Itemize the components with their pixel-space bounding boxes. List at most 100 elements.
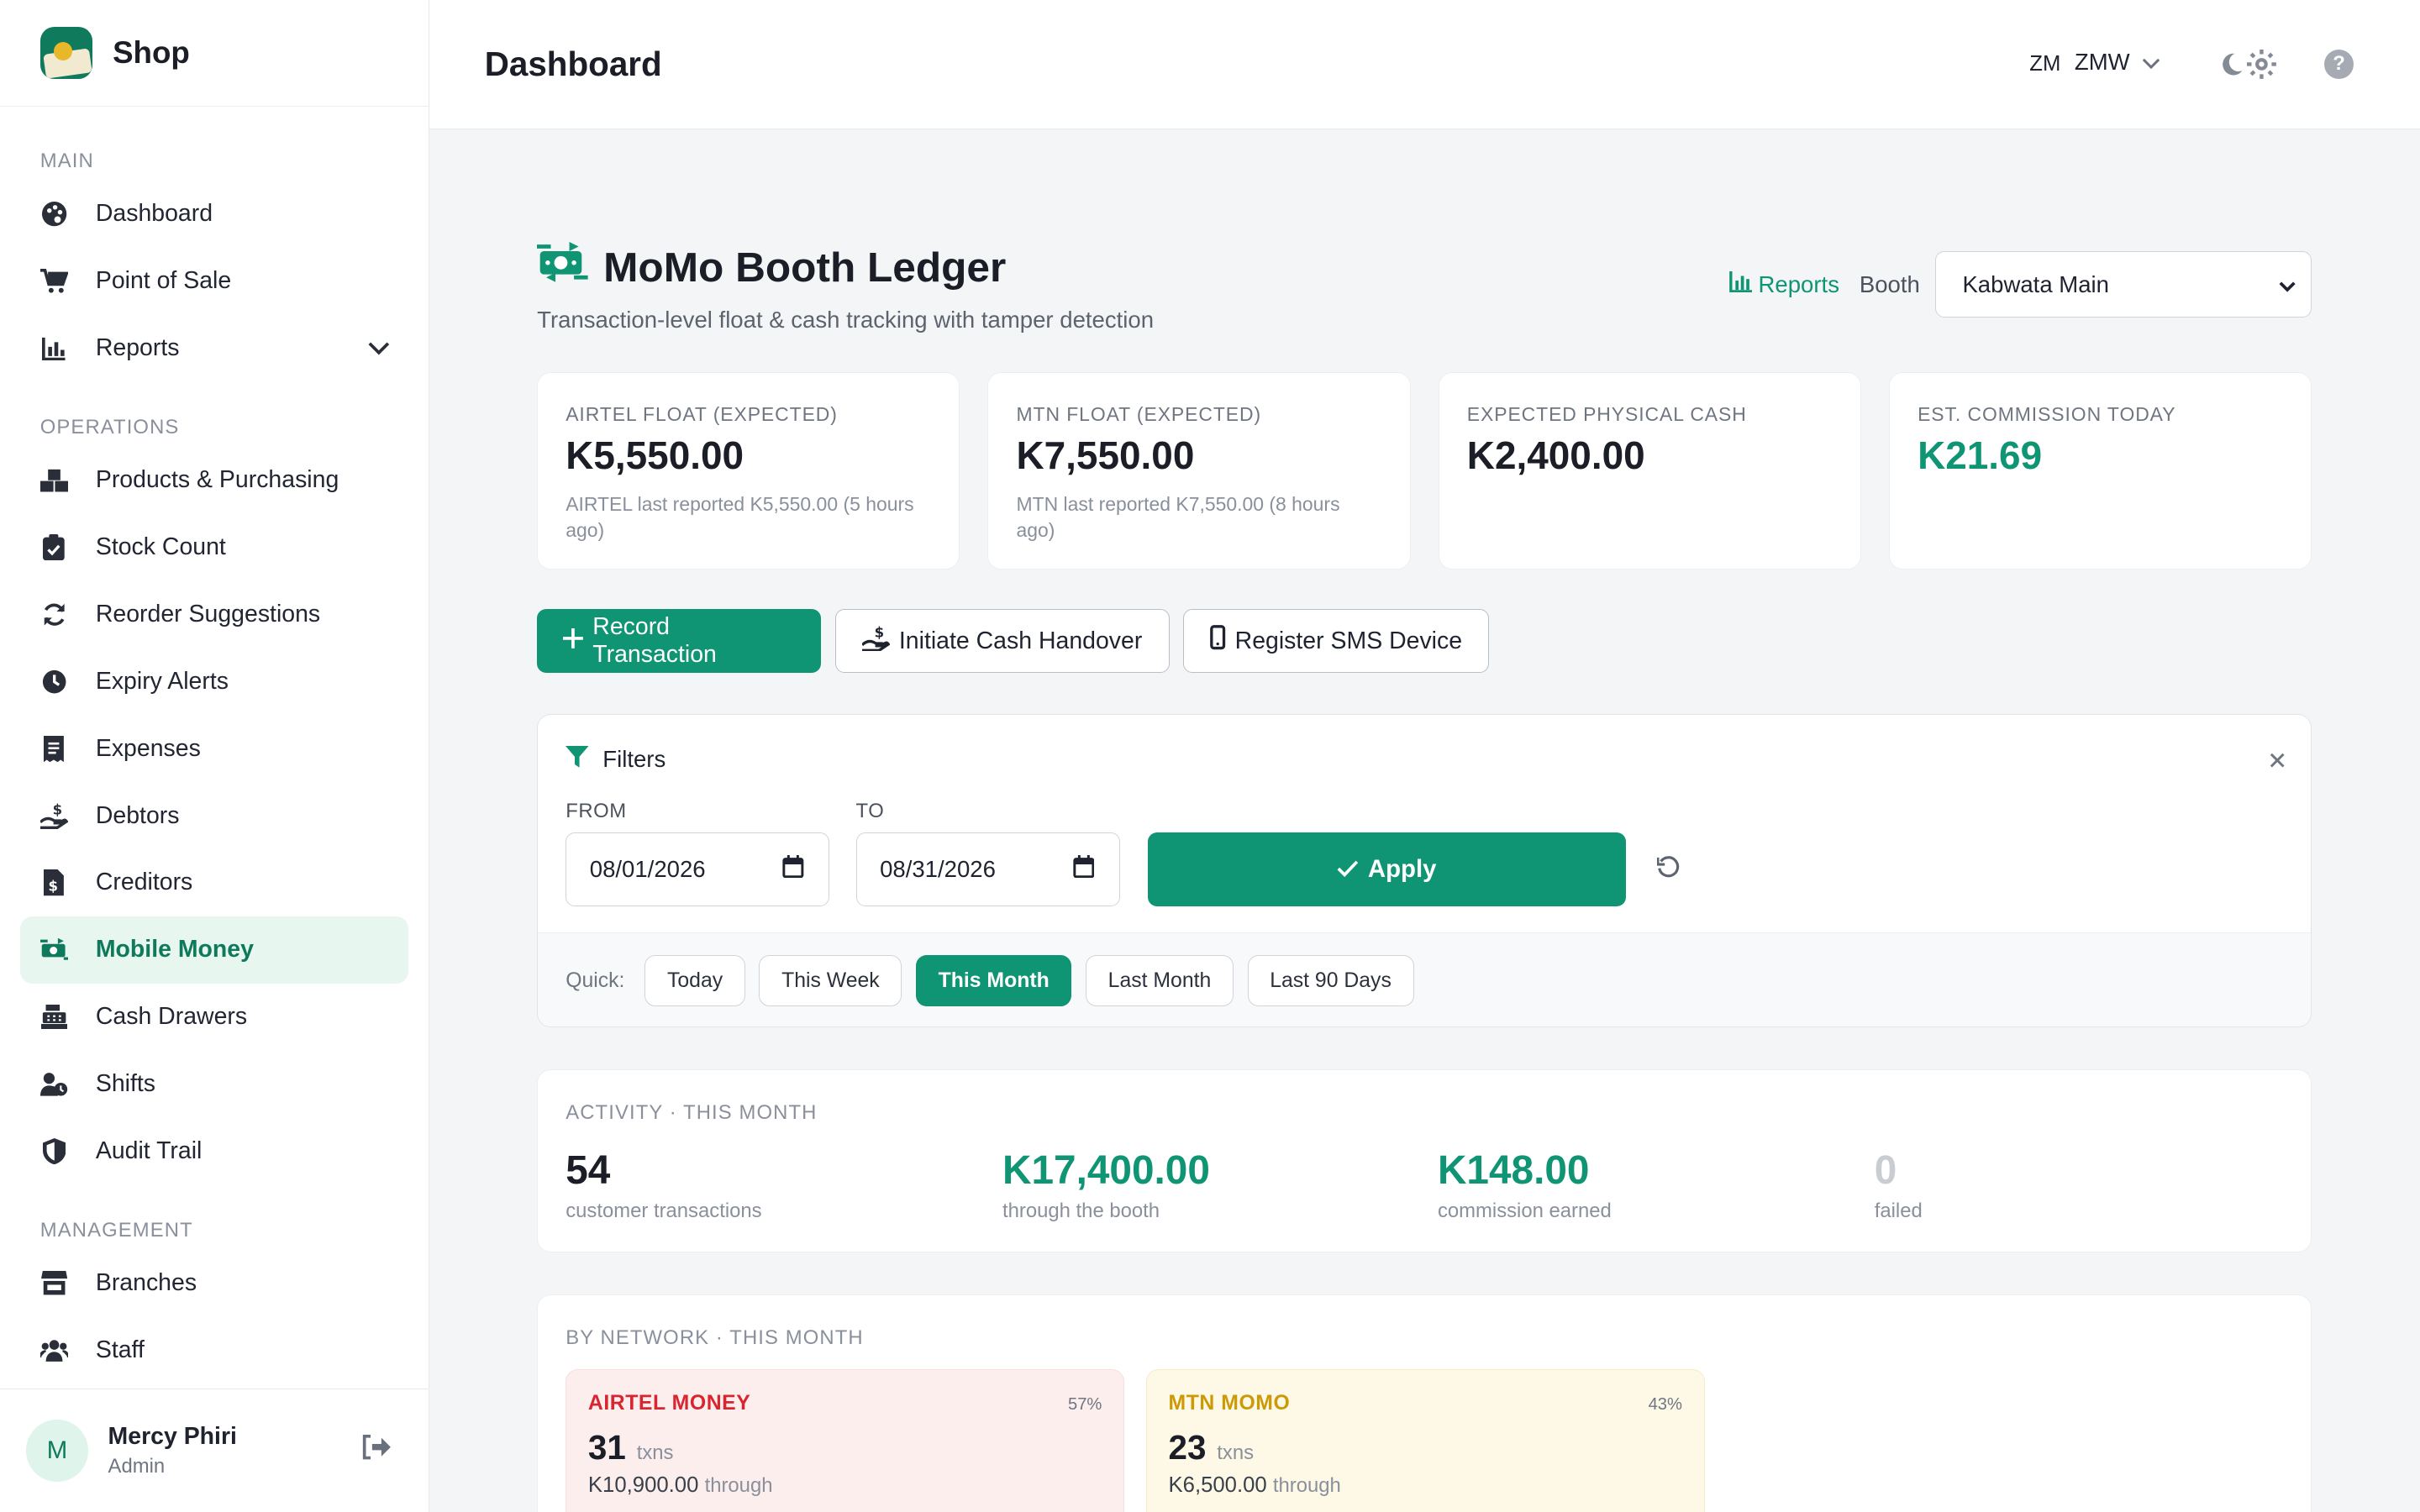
network-card-airtel[interactable]: AIRTEL MONEY 57% 31 txns K10,900.00 thro… <box>566 1369 1125 1512</box>
sidebar-item-label: Expiry Alerts <box>95 667 229 695</box>
quick-chip-today[interactable]: Today <box>644 955 745 1007</box>
shield-icon <box>40 1137 68 1165</box>
sidebar-item-shifts[interactable]: Shifts <box>20 1051 408 1118</box>
clock-icon <box>40 668 68 696</box>
sidebar-item-products[interactable]: Products & Purchasing <box>20 447 408 514</box>
from-date-input[interactable]: 08/01/2026 <box>566 832 830 907</box>
sidebar-item-expiry[interactable]: Expiry Alerts <box>20 648 408 715</box>
apply-button[interactable]: Apply <box>1147 832 1627 907</box>
sidebar-item-label: Creditors <box>95 869 193 896</box>
calendar-icon[interactable] <box>782 854 804 885</box>
sidebar-item-label: Point of Sale <box>95 267 232 295</box>
quick-chip-last-month[interactable]: Last Month <box>1085 955 1234 1007</box>
boxes-icon <box>39 466 68 494</box>
card-label: EST. COMMISSION TODAY <box>1918 403 2176 426</box>
user-name: Mercy Phiri <box>108 1422 237 1450</box>
sidebar-item-label: Reports <box>95 334 180 362</box>
ledger-actions: Reports Booth Kabwata Main <box>1728 251 2312 318</box>
network-txn-unit: txns <box>636 1441 674 1464</box>
from-date-value: 08/01/2026 <box>589 856 706 883</box>
action-buttons: Record Transaction $ Initiate Cash Hando… <box>537 609 1490 673</box>
to-label: TO <box>855 800 885 823</box>
sidebar-item-reorder[interactable]: Reorder Suggestions <box>20 580 408 648</box>
reset-icon[interactable] <box>1656 855 1681 886</box>
reports-link-label: Reports <box>1758 270 1839 297</box>
user-clock-icon <box>39 1070 68 1098</box>
theme-toggle[interactable] <box>2219 49 2277 86</box>
to-date-input[interactable]: 08/31/2026 <box>855 832 1120 907</box>
nav-section-title: OPERATIONS <box>39 415 180 438</box>
card-note: MTN last reported K7,550.00 (8 hours ago… <box>1016 493 1340 542</box>
commission-card: EST. COMMISSION TODAY K21.69 <box>1889 371 2312 570</box>
stat-caption: through the booth <box>1002 1200 1160 1222</box>
sidebar-item-label: Stock Count <box>95 533 226 560</box>
record-transaction-button[interactable]: Record Transaction <box>537 609 822 673</box>
register-sms-device-button[interactable]: Register SMS Device <box>1183 609 1490 673</box>
sidebar-item-label: Debtors <box>95 801 180 829</box>
moon-icon <box>2219 52 2244 83</box>
quick-chip-this-week[interactable]: This Week <box>759 955 902 1007</box>
stat-value: K17,400.00 <box>1002 1147 1210 1193</box>
avatar[interactable]: M <box>26 1420 88 1482</box>
card-value: K5,550.00 <box>566 433 744 477</box>
booth-label: Booth <box>1859 270 1920 297</box>
clipboard-check-icon <box>40 533 68 561</box>
brand[interactable]: Shop <box>0 0 429 107</box>
help-icon[interactable]: ? <box>2324 49 2354 79</box>
sidebar-item-creditors[interactable]: $ Creditors <box>20 849 408 916</box>
chevron-down-icon <box>2142 49 2160 76</box>
sidebar-item-reports[interactable]: Reports <box>20 315 408 382</box>
quick-range-bar: Quick: Today This Week This Month Last M… <box>538 932 2312 1027</box>
sidebar-item-dashboard[interactable]: Dashboard <box>20 181 408 248</box>
receipt-icon <box>40 735 68 763</box>
quick-chip-last-90-days[interactable]: Last 90 Days <box>1247 955 1414 1007</box>
sidebar-item-label: Products & Purchasing <box>95 466 339 494</box>
chart-icon <box>40 334 68 362</box>
sidebar-item-label: Reorder Suggestions <box>95 600 321 627</box>
network-through-label: through <box>1272 1473 1341 1497</box>
network-name: MTN MOMO <box>1168 1391 1291 1415</box>
sidebar-item-expenses[interactable]: Expenses <box>20 715 408 782</box>
refresh-icon <box>40 601 68 628</box>
sidebar-item-label: Shifts <box>95 1070 156 1098</box>
nav-section-title: MAIN <box>39 150 94 173</box>
apply-label: Apply <box>1367 855 1437 884</box>
network-panel: BY NETWORK · THIS MONTH AIRTEL MONEY 57%… <box>537 1294 2312 1512</box>
sidebar-item-label: Mobile Money <box>95 936 254 963</box>
quick-chip-this-month[interactable]: This Month <box>915 955 1072 1007</box>
logout-icon[interactable] <box>361 1435 391 1466</box>
cash-handover-button[interactable]: $ Initiate Cash Handover <box>834 609 1170 673</box>
booth-select[interactable]: Kabwata Main <box>1935 251 2312 318</box>
sidebar-item-branches[interactable]: Branches <box>20 1250 408 1317</box>
chevron-down-icon[interactable] <box>368 334 390 362</box>
filters-header: Filters <box>566 746 666 774</box>
svg-text:$: $ <box>49 879 59 895</box>
mtn-float-card: MTN FLOAT (EXPECTED) K7,550.00 MTN last … <box>987 371 1411 570</box>
sidebar-item-point-of-sale[interactable]: Point of Sale <box>20 248 408 315</box>
sidebar-item-debtors[interactable]: $ Debtors <box>20 782 408 849</box>
brand-name: Shop <box>113 34 190 70</box>
cash-register-icon <box>40 1003 68 1031</box>
calendar-icon[interactable] <box>1072 854 1095 885</box>
network-amount: K10,900.00 <box>587 1473 699 1497</box>
close-icon[interactable] <box>2270 746 2285 774</box>
top-bar: Dashboard ZM ZMW ? <box>429 0 2420 130</box>
page-title: Dashboard <box>484 45 662 84</box>
network-amount: K6,500.00 <box>1168 1473 1267 1497</box>
sidebar-item-cash-drawers[interactable]: Cash Drawers <box>20 984 408 1051</box>
user-role: Admin <box>108 1455 166 1478</box>
sidebar-item-staff[interactable]: Staff <box>20 1316 408 1383</box>
sidebar-item-audit-trail[interactable]: Audit Trail <box>20 1118 408 1185</box>
reports-link[interactable]: Reports <box>1728 270 1839 299</box>
stat-commission: K148.00 commission earned <box>1438 1147 1612 1223</box>
network-txn-count: 31 <box>587 1427 626 1467</box>
network-through-label: through <box>704 1473 773 1497</box>
card-value: K21.69 <box>1918 433 2043 477</box>
network-card-mtn[interactable]: MTN MOMO 43% 23 txns K6,500.00 through <box>1145 1369 1705 1512</box>
activity-panel: ACTIVITY · THIS MONTH 54 customer transa… <box>537 1068 2312 1253</box>
filters-title: Filters <box>602 746 666 773</box>
sidebar-item-stock-count[interactable]: Stock Count <box>20 514 408 581</box>
currency-selector[interactable]: ZM ZMW <box>2029 48 2160 77</box>
sidebar-item-label: Staff <box>95 1336 145 1363</box>
sidebar-item-mobile-money[interactable]: Mobile Money <box>19 916 408 984</box>
